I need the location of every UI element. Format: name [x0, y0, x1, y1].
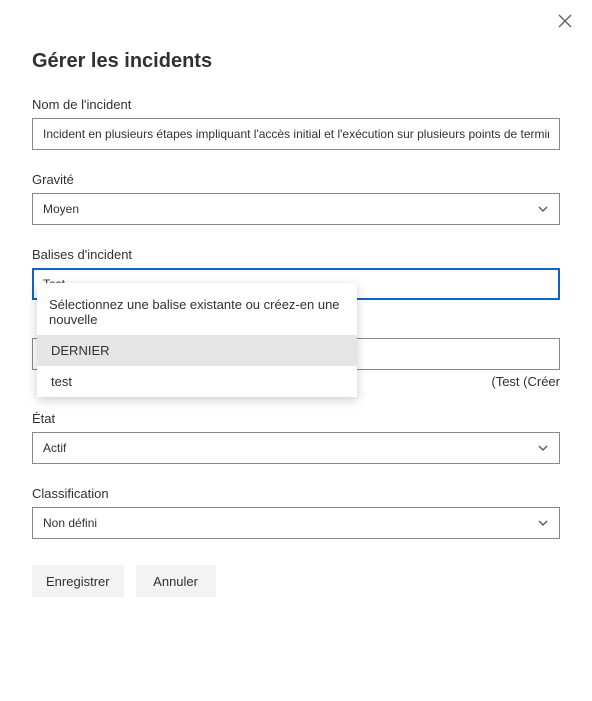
state-value: Actif: [43, 441, 66, 455]
tag-option-label: DERNIER: [51, 343, 110, 358]
classification-value: Non défini: [43, 516, 97, 530]
incident-tags-label: Balises d'incident: [32, 247, 560, 262]
manage-incidents-panel: Gérer les incidents Nom de l'incident In…: [0, 0, 592, 701]
close-icon: [558, 14, 572, 33]
severity-select[interactable]: Moyen: [32, 193, 560, 225]
incident-name-input[interactable]: Incident en plusieurs étapes impliquant …: [32, 118, 560, 150]
close-button[interactable]: [556, 14, 574, 32]
incident-tags-field: Balises d'incident Test Sélectionnez une…: [32, 247, 560, 389]
tags-dropdown-header: Sélectionnez une balise existante ou cré…: [37, 291, 357, 335]
state-field: État Actif: [32, 411, 560, 464]
tag-option-label: test: [51, 374, 72, 389]
cancel-button[interactable]: Annuler: [136, 565, 216, 597]
state-select[interactable]: Actif: [32, 432, 560, 464]
state-label: État: [32, 411, 560, 426]
classification-select[interactable]: Non défini: [32, 507, 560, 539]
classification-label: Classification: [32, 486, 560, 501]
save-button[interactable]: Enregistrer: [32, 565, 124, 597]
severity-label: Gravité: [32, 172, 560, 187]
severity-field: Gravité Moyen: [32, 172, 560, 225]
dialog-title: Gérer les incidents: [32, 50, 560, 73]
tags-suggestion-dropdown: Sélectionnez une balise existante ou cré…: [37, 283, 357, 397]
incident-name-label: Nom de l'incident: [32, 97, 560, 112]
classification-field: Classification Non défini: [32, 486, 560, 539]
tag-option[interactable]: test: [37, 366, 357, 397]
chevron-down-icon: [537, 203, 549, 215]
incident-name-value: Incident en plusieurs étapes impliquant …: [43, 127, 549, 141]
tag-option[interactable]: DERNIER: [37, 335, 357, 366]
chevron-down-icon: [537, 442, 549, 454]
dialog-buttons: Enregistrer Annuler: [32, 565, 560, 597]
incident-name-field: Nom de l'incident Incident en plusieurs …: [32, 97, 560, 150]
severity-value: Moyen: [43, 202, 79, 216]
chevron-down-icon: [537, 517, 549, 529]
